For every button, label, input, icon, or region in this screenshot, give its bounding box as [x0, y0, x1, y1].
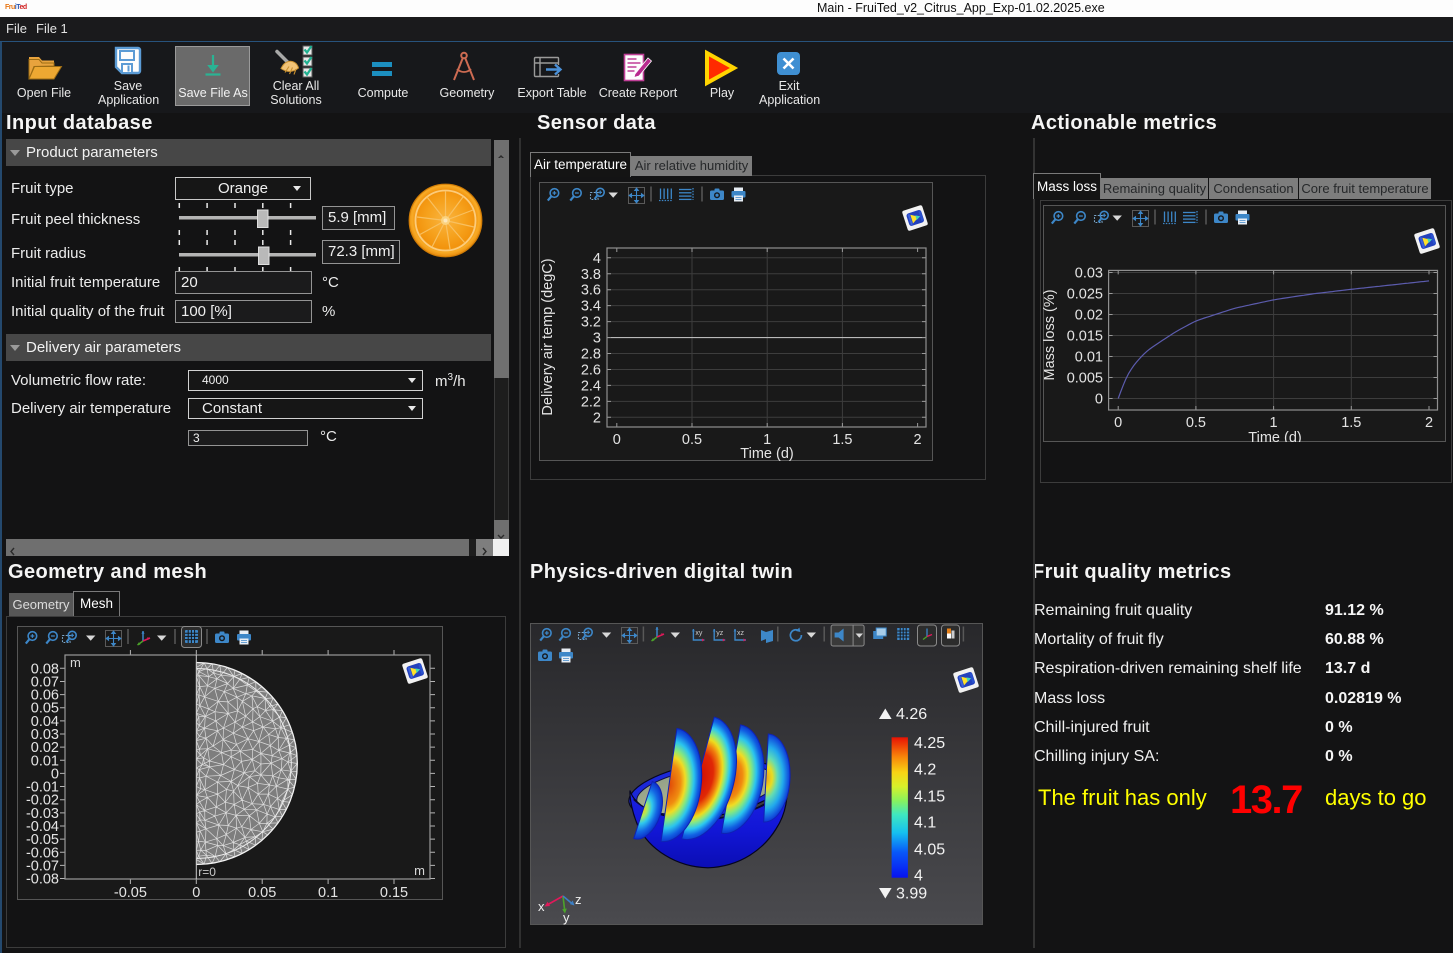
svg-text:0.01: 0.01 [1075, 350, 1103, 366]
svg-text:1.5: 1.5 [1341, 415, 1361, 431]
svg-text:2: 2 [914, 432, 922, 448]
svg-text:Time (d): Time (d) [1248, 430, 1301, 442]
svg-text:4.05: 4.05 [914, 842, 945, 859]
svg-text:xy: xy [695, 630, 703, 637]
svg-text:3.4: 3.4 [581, 299, 601, 315]
svg-text:4.25: 4.25 [914, 735, 945, 752]
svg-text:2.6: 2.6 [581, 362, 601, 378]
svg-text:0.5: 0.5 [1186, 415, 1206, 431]
svg-text:4: 4 [593, 251, 601, 267]
svg-text:0.5: 0.5 [682, 432, 702, 448]
svg-text:-0.05: -0.05 [114, 885, 147, 900]
svg-text:4.26: 4.26 [896, 706, 927, 723]
svg-text:1.5: 1.5 [832, 432, 852, 448]
svg-text:yz: yz [716, 630, 724, 637]
svg-text:0.05: 0.05 [248, 885, 276, 900]
svg-text:z: z [575, 892, 582, 907]
svg-text:m: m [414, 863, 425, 878]
svg-text:r=0: r=0 [198, 865, 216, 879]
svg-text:4: 4 [914, 867, 923, 884]
svg-text:0: 0 [613, 432, 621, 448]
svg-text:0.03: 0.03 [1075, 266, 1103, 282]
svg-text:2: 2 [593, 410, 601, 426]
svg-text:3.2: 3.2 [581, 315, 601, 331]
svg-text:0: 0 [1095, 392, 1103, 408]
svg-text:3: 3 [593, 331, 601, 347]
svg-text:3.6: 3.6 [581, 283, 601, 299]
svg-text:0.1: 0.1 [318, 885, 338, 900]
svg-text:4.1: 4.1 [914, 814, 936, 831]
svg-text:0.15: 0.15 [380, 885, 408, 900]
svg-text:4.2: 4.2 [914, 761, 936, 778]
svg-text:Mass loss (%): Mass loss (%) [1043, 289, 1058, 380]
svg-text:3.99: 3.99 [896, 886, 927, 903]
svg-text:2.2: 2.2 [581, 394, 601, 410]
svg-text:1: 1 [1270, 415, 1278, 431]
svg-text:x: x [538, 899, 545, 914]
svg-text:3.8: 3.8 [581, 267, 601, 283]
svg-text:4.15: 4.15 [914, 789, 945, 806]
svg-text:Time (d): Time (d) [740, 446, 793, 461]
svg-text:Delivery air temp (degC): Delivery air temp (degC) [540, 258, 556, 415]
svg-text:0.005: 0.005 [1067, 371, 1103, 387]
svg-text:m: m [70, 655, 81, 670]
svg-text:0: 0 [192, 885, 200, 900]
svg-text:2: 2 [1425, 415, 1433, 431]
svg-text:2.4: 2.4 [581, 378, 601, 394]
svg-text:2.8: 2.8 [581, 347, 601, 363]
svg-text:-0.08: -0.08 [26, 872, 59, 888]
svg-text:xz: xz [737, 630, 745, 637]
svg-text:0.02: 0.02 [1075, 308, 1103, 324]
svg-text:0: 0 [1114, 415, 1122, 431]
svg-text:0.025: 0.025 [1067, 287, 1103, 303]
svg-text:0.015: 0.015 [1067, 329, 1103, 345]
svg-text:y: y [563, 910, 570, 925]
